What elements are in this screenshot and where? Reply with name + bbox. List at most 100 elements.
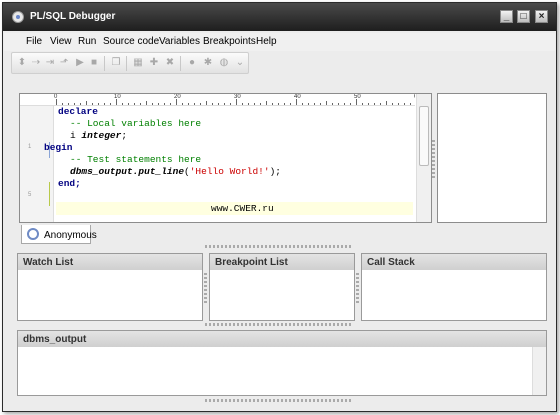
ruler-tick xyxy=(140,103,141,105)
dbms-output-panel[interactable]: dbms_output xyxy=(17,330,547,396)
windows-icon[interactable]: ❐ xyxy=(110,57,122,69)
step-out-icon[interactable]: ⬏ xyxy=(58,57,70,69)
menu-breakpoints[interactable]: Breakpoints xyxy=(203,36,256,47)
add-watch-icon[interactable]: ✚ xyxy=(148,57,160,69)
ruler-tick xyxy=(206,101,207,105)
debugger-window: PL/SQL Debugger _ □ × File View Run Sour… xyxy=(2,2,557,412)
ruler-number: 20 xyxy=(174,94,181,100)
remove-watch-icon[interactable]: ✖ xyxy=(164,57,176,69)
panel-header: dbms_output xyxy=(18,331,546,347)
line-gutter: 1 5 xyxy=(20,106,54,222)
ruler-tick xyxy=(362,103,363,105)
panel-header: Call Stack xyxy=(362,254,546,270)
splitter-handle[interactable] xyxy=(205,399,351,402)
splitter-handle[interactable] xyxy=(356,273,359,303)
ruler-tick xyxy=(92,103,93,105)
minimize-button[interactable]: _ xyxy=(500,10,513,23)
menu-help[interactable]: Help xyxy=(256,36,277,47)
ruler-tick xyxy=(164,103,165,105)
menu-file[interactable]: File xyxy=(26,36,42,47)
toolbar-overflow-icon[interactable]: ⌄ xyxy=(234,57,246,69)
code-editor[interactable]: 0 10 20 30 40 50 60 1 5 declare -- Local varia… xyxy=(19,93,432,223)
ruler-tick xyxy=(308,103,309,105)
ruler: 0 10 20 30 40 50 60 xyxy=(20,94,415,106)
ruler-tick xyxy=(344,103,345,105)
anonymous-block-icon xyxy=(27,228,39,240)
editor-scrollbar[interactable] xyxy=(416,94,431,222)
menu-source-code[interactable]: Source code xyxy=(103,36,159,47)
code-line: end; xyxy=(58,178,81,189)
watch-list-panel[interactable]: Watch List xyxy=(17,253,203,321)
ruler-tick xyxy=(242,103,243,105)
close-button[interactable]: × xyxy=(535,10,548,23)
ruler-tick xyxy=(404,103,405,105)
ruler-tick xyxy=(392,103,393,105)
splitter-handle[interactable] xyxy=(205,245,351,248)
ruler-tick xyxy=(194,103,195,105)
ruler-tick xyxy=(122,103,123,105)
ruler-tick xyxy=(98,103,99,105)
ruler-tick xyxy=(110,103,111,105)
ruler-tick xyxy=(158,103,159,105)
stop-icon[interactable]: ■ xyxy=(88,57,100,69)
ruler-tick xyxy=(104,103,105,105)
toggle-breakpoint-icon[interactable]: ✱ xyxy=(202,57,214,69)
title-bar[interactable]: PL/SQL Debugger _ □ × xyxy=(3,3,556,31)
ruler-tick xyxy=(230,103,231,105)
line-number: 1 xyxy=(28,144,32,150)
toolbar-separator xyxy=(126,56,127,71)
ruler-tick xyxy=(266,101,267,105)
ruler-tick xyxy=(80,103,81,105)
breakpoint-list-panel[interactable]: Breakpoint List xyxy=(209,253,355,321)
side-panel xyxy=(437,93,547,223)
line-number: 5 xyxy=(28,192,32,198)
step-icon[interactable]: ⬍ xyxy=(16,57,28,69)
tab-label: Anonymous xyxy=(44,230,97,241)
breakpoint-icon[interactable]: ● xyxy=(186,57,198,69)
ruler-number: 60 xyxy=(414,94,415,100)
ruler-tick xyxy=(380,103,381,105)
step-into-icon[interactable]: ⇢ xyxy=(30,57,42,69)
ruler-tick xyxy=(332,103,333,105)
splitter-handle[interactable] xyxy=(204,273,207,303)
tab-anonymous[interactable]: Anonymous xyxy=(21,225,97,244)
code-area[interactable]: declare -- Local variables here i intege… xyxy=(44,106,413,222)
code-line: www.CWER.ru xyxy=(211,203,274,214)
ruler-tick xyxy=(284,103,285,105)
run-icon[interactable]: ▶ xyxy=(74,57,86,69)
maximize-button[interactable]: □ xyxy=(517,10,530,23)
change-marker xyxy=(49,182,50,206)
ruler-tick xyxy=(290,103,291,105)
ruler-tick xyxy=(368,103,369,105)
window-title: PL/SQL Debugger xyxy=(30,11,116,22)
step-over-icon[interactable]: ⇥ xyxy=(44,57,56,69)
call-stack-panel[interactable]: Call Stack xyxy=(361,253,547,321)
ruler-tick xyxy=(398,103,399,105)
output-scrollbar[interactable] xyxy=(532,347,546,395)
splitter-handle[interactable] xyxy=(205,323,351,326)
ruler-tick xyxy=(74,103,75,105)
ruler-tick xyxy=(68,103,69,105)
scrollbar-thumb[interactable] xyxy=(419,106,429,166)
grid-icon[interactable]: ▦ xyxy=(132,57,144,69)
ruler-tick xyxy=(350,103,351,105)
splitter-handle[interactable] xyxy=(432,138,435,178)
ruler-tick xyxy=(86,101,87,105)
ruler-tick xyxy=(260,103,261,105)
ruler-tick xyxy=(314,103,315,105)
app-icon xyxy=(12,11,24,23)
menu-view[interactable]: View xyxy=(50,36,72,47)
ruler-tick xyxy=(134,103,135,105)
ruler-tick xyxy=(386,101,387,105)
menu-run[interactable]: Run xyxy=(78,36,96,47)
toolbar-separator xyxy=(180,56,181,71)
ruler-tick xyxy=(62,103,63,105)
ruler-tick xyxy=(278,103,279,105)
ruler-number: 50 xyxy=(354,94,361,100)
ruler-tick xyxy=(218,103,219,105)
ruler-tick xyxy=(182,103,183,105)
clear-breakpoints-icon[interactable]: ◍ xyxy=(218,57,230,69)
ruler-tick xyxy=(302,103,303,105)
menu-variables[interactable]: Variables xyxy=(159,36,200,47)
ruler-tick xyxy=(374,103,375,105)
